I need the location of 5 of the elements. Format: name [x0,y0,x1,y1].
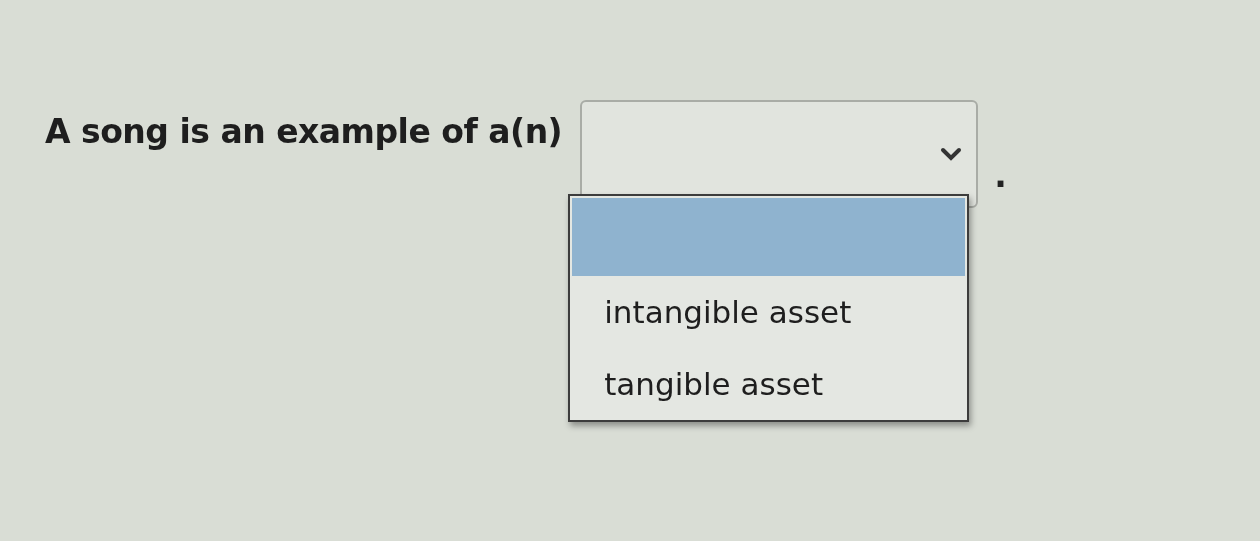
dropdown-option[interactable]: intangible asset [570,276,968,348]
dropdown-option[interactable]: tangible asset [570,348,968,420]
question-text: A song is an example of a(n) [45,112,563,151]
chevron-icon [940,147,963,161]
period-text: . [994,156,1007,195]
